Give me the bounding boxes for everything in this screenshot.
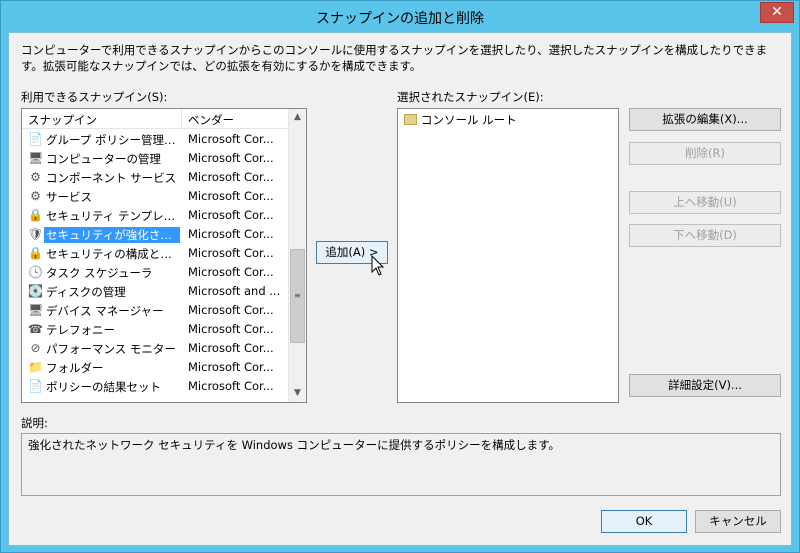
- table-row[interactable]: ⚙ サービス Microsoft Cor...: [22, 187, 288, 206]
- firewall-icon: 🛡: [28, 227, 44, 241]
- move-up-button[interactable]: 上へ移動(U): [629, 191, 781, 214]
- table-row[interactable]: ⚙ コンポーネント サービス Microsoft Cor...: [22, 168, 288, 187]
- table-row[interactable]: 🔒 セキュリティの構成と分析 Microsoft Cor...: [22, 244, 288, 263]
- selected-snapins-list[interactable]: コンソール ルート: [397, 108, 619, 403]
- table-row[interactable]: 🔒 セキュリティ テンプレート Microsoft Cor...: [22, 206, 288, 225]
- snapin-name: セキュリティの構成と分析: [46, 247, 180, 261]
- scroll-up-icon[interactable]: ▲: [289, 109, 306, 126]
- table-row[interactable]: 📄グループ ポリシー管理エディ... Microsoft Cor...: [22, 130, 288, 149]
- column-header-vendor[interactable]: ベンダー: [182, 109, 288, 129]
- snapin-name: セキュリティが強化された ...: [44, 227, 180, 243]
- table-row[interactable]: 🖥 デバイス マネージャー Microsoft Cor...: [22, 301, 288, 320]
- table-row[interactable]: 🖥 コンピューターの管理 Microsoft Cor...: [22, 149, 288, 168]
- column-header-snapin[interactable]: スナップイン: [22, 109, 182, 129]
- list-rows: 📄グループ ポリシー管理エディ...Microsoft Cor...🖥コンピュー…: [22, 130, 288, 396]
- remove-button[interactable]: 削除(R): [629, 142, 781, 165]
- available-snapins-label: 利用できるスナップイン(S):: [21, 90, 168, 104]
- snapin-name: サービス: [46, 190, 92, 204]
- list-item[interactable]: コンソール ルート: [404, 112, 517, 128]
- security-analysis-icon: 🔒: [28, 246, 43, 260]
- scroll-thumb[interactable]: ≡: [290, 249, 305, 343]
- table-row[interactable]: 📁 フォルダー Microsoft Cor...: [22, 358, 288, 377]
- disk-management-icon: 💽: [28, 284, 43, 298]
- snapin-vendor: Microsoft and ...: [188, 284, 281, 298]
- folder-icon: [404, 114, 417, 125]
- device-manager-icon: 🖥: [28, 303, 44, 317]
- mouse-cursor-icon: [371, 255, 385, 276]
- snapin-vendor: Microsoft Cor...: [188, 303, 274, 317]
- window-title: スナップインの追加と削除: [316, 11, 484, 27]
- selected-item-label: コンソール ルート: [421, 113, 517, 127]
- snapin-vendor: Microsoft Cor...: [188, 322, 274, 336]
- table-row[interactable]: 📄 ポリシーの結果セット Microsoft Cor...: [22, 377, 288, 396]
- snapin-vendor: Microsoft Cor...: [188, 208, 274, 222]
- scroll-down-icon[interactable]: ▼: [289, 385, 306, 402]
- table-row[interactable]: ⊘ パフォーマンス モニター Microsoft Cor...: [22, 339, 288, 358]
- snapin-name: グループ ポリシー管理エディ...: [46, 133, 180, 147]
- snapin-name: タスク スケジューラ: [46, 266, 153, 280]
- task-scheduler-icon: 🕓: [28, 265, 43, 279]
- table-row[interactable]: 💽 ディスクの管理 Microsoft and ...: [22, 282, 288, 301]
- snapin-name: フォルダー: [46, 361, 104, 375]
- security-template-icon: 🔒: [28, 208, 43, 222]
- snapin-name: ポリシーの結果セット: [46, 380, 161, 394]
- description-box: 強化されたネットワーク セキュリティを Windows コンピューターに提供する…: [21, 433, 781, 496]
- dialog-description: コンピューターで利用できるスナップインからこのコンソールに使用するスナップインを…: [21, 43, 768, 73]
- table-row[interactable]: ☎ テレフォニー Microsoft Cor...: [22, 320, 288, 339]
- snapin-vendor: Microsoft Cor...: [188, 132, 274, 146]
- dialog-body: コンピューターで利用できるスナップインからこのコンソールに使用するスナップインを…: [8, 32, 792, 546]
- snapin-name: デバイス マネージャー: [46, 304, 164, 318]
- snapin-vendor: Microsoft Cor...: [188, 265, 274, 279]
- component-services-icon: ⚙: [30, 170, 41, 184]
- description-label: 説明:: [21, 416, 48, 430]
- title-bar: スナップインの追加と削除 ✕: [1, 1, 799, 33]
- description-text: 強化されたネットワーク セキュリティを Windows コンピューターに提供する…: [28, 438, 560, 452]
- snapin-name: コンポーネント サービス: [46, 171, 177, 185]
- telephony-icon: ☎: [28, 322, 43, 336]
- table-row[interactable]: 🕓 タスク スケジューラ Microsoft Cor...: [22, 263, 288, 282]
- close-button[interactable]: ✕: [760, 2, 794, 23]
- snapin-vendor: Microsoft Cor...: [188, 189, 274, 203]
- advanced-button[interactable]: 詳細設定(V)...: [629, 374, 781, 397]
- selected-snapins-label: 選択されたスナップイン(E):: [397, 90, 544, 104]
- snapin-vendor: Microsoft Cor...: [188, 151, 274, 165]
- snapin-name: パフォーマンス モニター: [46, 342, 176, 356]
- snapin-vendor: Microsoft Cor...: [188, 341, 274, 355]
- snapin-name: セキュリティ テンプレート: [46, 209, 180, 223]
- snapin-name: コンピューターの管理: [46, 152, 161, 166]
- snapin-vendor: Microsoft Cor...: [188, 246, 274, 260]
- snapin-name: テレフォニー: [46, 323, 115, 337]
- table-row[interactable]: 🛡セキュリティが強化された ... Microsoft Cor...: [22, 225, 288, 244]
- snapin-name: ディスクの管理: [46, 285, 126, 299]
- cancel-button[interactable]: キャンセル: [695, 510, 781, 533]
- edit-extensions-button[interactable]: 拡張の編集(X)...: [629, 108, 781, 131]
- computer-management-icon: 🖥: [28, 151, 44, 165]
- list-header: スナップイン ベンダー: [22, 109, 288, 129]
- rsop-icon: 📄: [28, 379, 43, 393]
- ok-button[interactable]: OK: [601, 510, 687, 533]
- snapin-vendor: Microsoft Cor...: [188, 227, 274, 241]
- performance-monitor-icon: ⊘: [30, 341, 41, 355]
- snapin-vendor: Microsoft Cor...: [188, 379, 274, 393]
- vertical-scrollbar[interactable]: ▲ ≡ ▼: [288, 109, 306, 402]
- move-down-button[interactable]: 下へ移動(D): [629, 224, 781, 247]
- dialog-window: スナップインの追加と削除 ✕ コンピューターで利用できるスナップインからこのコン…: [0, 0, 800, 553]
- policy-icon: 📄: [28, 132, 43, 146]
- snapin-vendor: Microsoft Cor...: [188, 170, 274, 184]
- available-snapins-list[interactable]: スナップイン ベンダー 📄グループ ポリシー管理エディ...Microsoft …: [21, 108, 307, 403]
- folder-icon: 📁: [28, 360, 43, 374]
- services-icon: ⚙: [30, 189, 41, 203]
- snapin-vendor: Microsoft Cor...: [188, 360, 274, 374]
